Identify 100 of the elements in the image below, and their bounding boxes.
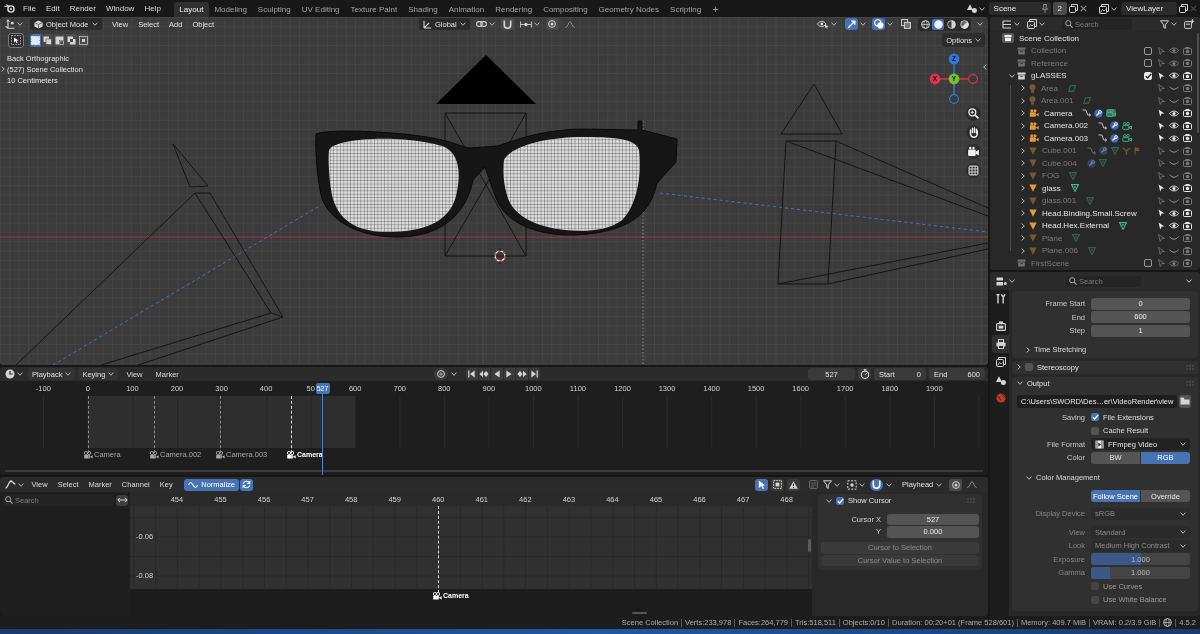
closed-eye-icon[interactable] bbox=[1169, 86, 1179, 91]
chevron-down-icon[interactable] bbox=[1017, 381, 1023, 385]
workspace-tab[interactable]: UV Editing bbox=[296, 2, 346, 17]
view-layer-field[interactable]: ViewLayer bbox=[1121, 2, 1177, 15]
outliner-item[interactable]: Area.001 bbox=[1041, 96, 1074, 106]
swap-button[interactable] bbox=[116, 494, 128, 506]
globe-icon[interactable] bbox=[1163, 618, 1173, 627]
camera-icon[interactable] bbox=[1182, 71, 1192, 80]
marker-camera-icon[interactable] bbox=[215, 451, 225, 459]
chevron-right-icon[interactable] bbox=[1021, 172, 1025, 179]
closed-eye-icon[interactable] bbox=[1169, 173, 1179, 178]
workspace-tab[interactable]: Geometry Nodes bbox=[593, 2, 665, 17]
closed-eye-icon[interactable] bbox=[1169, 248, 1179, 253]
camera-icon[interactable] bbox=[1122, 134, 1133, 143]
editor-type-button[interactable] bbox=[3, 478, 26, 491]
chevron-down-icon[interactable] bbox=[977, 22, 983, 26]
scene-name-field[interactable]: Scene bbox=[988, 2, 1051, 15]
marker-camera-icon[interactable] bbox=[149, 451, 159, 459]
scene-selector-button[interactable] bbox=[964, 2, 987, 15]
checkbox[interactable] bbox=[1144, 259, 1152, 268]
chevron-right-icon[interactable] bbox=[1021, 185, 1025, 192]
closed-eye-icon[interactable] bbox=[1169, 148, 1179, 153]
marker-camera-icon[interactable] bbox=[432, 592, 442, 600]
chevron-right-icon[interactable] bbox=[1017, 364, 1021, 370]
proportional-edit-button[interactable] bbox=[949, 478, 962, 491]
shading-mode-button[interactable] bbox=[958, 18, 970, 30]
outliner-item[interactable]: Camera.003 bbox=[1044, 133, 1089, 143]
outliner-item[interactable]: glass.001 bbox=[1042, 196, 1077, 206]
play-button[interactable] bbox=[503, 368, 515, 380]
filter-button[interactable] bbox=[1158, 18, 1179, 30]
outliner-item[interactable]: Collection bbox=[1031, 46, 1067, 56]
resize-handle[interactable] bbox=[632, 612, 647, 614]
eye-icon[interactable] bbox=[1169, 134, 1179, 142]
select-tool-button[interactable] bbox=[8, 32, 24, 48]
proportional-edit-button[interactable] bbox=[545, 18, 559, 30]
chevron-right-icon[interactable] bbox=[1, 66, 5, 72]
bent-arrow-icon[interactable] bbox=[1082, 109, 1092, 118]
zoom-icon[interactable] bbox=[965, 106, 981, 121]
marker-camera-icon[interactable] bbox=[286, 451, 296, 459]
eye-icon[interactable] bbox=[1169, 72, 1179, 80]
auto-normalize-toggle[interactable] bbox=[240, 478, 253, 491]
menu-item[interactable]: Help bbox=[139, 4, 166, 13]
outliner-item[interactable]: Cube.001 bbox=[1042, 146, 1077, 156]
shading-mode-button[interactable] bbox=[932, 18, 944, 30]
outliner-item[interactable]: Area bbox=[1041, 83, 1058, 93]
eye-icon[interactable] bbox=[1169, 209, 1179, 217]
editor-type-button[interactable] bbox=[994, 275, 1017, 287]
editor-type-button[interactable] bbox=[3, 368, 25, 380]
only-selected-toggle[interactable] bbox=[755, 478, 768, 491]
play-reverse-button[interactable] bbox=[491, 368, 503, 380]
menu-item[interactable]: Window bbox=[100, 4, 140, 13]
view-layer-button[interactable] bbox=[1025, 18, 1047, 30]
chevron-right-icon[interactable] bbox=[1021, 235, 1025, 242]
outliner-item[interactable]: Scene Collection bbox=[1019, 33, 1080, 43]
eye-icon[interactable] bbox=[1169, 122, 1179, 130]
jump-start-button[interactable] bbox=[466, 368, 478, 380]
camera-icon[interactable] bbox=[1182, 134, 1192, 143]
eye-icon[interactable] bbox=[1169, 222, 1179, 230]
folder-button[interactable] bbox=[1179, 394, 1192, 408]
outliner-item[interactable]: Head.Hex.External bbox=[1042, 221, 1110, 231]
shading-mode-button[interactable] bbox=[945, 18, 957, 30]
chevron-right-icon[interactable] bbox=[1021, 210, 1025, 217]
workspace-tab[interactable]: Sculpting bbox=[252, 2, 297, 17]
snap-button[interactable] bbox=[500, 18, 514, 30]
chevron-right-icon[interactable] bbox=[1021, 160, 1025, 167]
camera-icon[interactable] bbox=[1122, 121, 1133, 130]
selection-mode-button[interactable] bbox=[54, 33, 65, 47]
chevron-right-icon[interactable] bbox=[1021, 110, 1025, 117]
filter-button[interactable] bbox=[821, 478, 842, 491]
outliner-item[interactable]: FirstScene bbox=[1031, 258, 1070, 268]
wrench-icon[interactable] bbox=[1094, 108, 1104, 118]
camera-icon[interactable] bbox=[1182, 221, 1192, 230]
selection-mode-button[interactable] bbox=[66, 33, 77, 47]
menu-item[interactable]: Render bbox=[64, 4, 101, 13]
triangle-icon[interactable] bbox=[1119, 221, 1128, 230]
chevron-down-icon[interactable] bbox=[451, 372, 457, 376]
selection-mode-button[interactable] bbox=[78, 33, 89, 47]
scrollbar[interactable] bbox=[1197, 33, 1199, 133]
pivot-button[interactable] bbox=[473, 18, 497, 30]
chevron-right-icon[interactable] bbox=[1021, 85, 1025, 92]
new-collection-button[interactable] bbox=[1182, 18, 1196, 30]
close-icon[interactable] bbox=[1080, 5, 1087, 12]
stopwatch-button[interactable] bbox=[858, 368, 871, 380]
outliner-item[interactable]: Camera.002 bbox=[1044, 121, 1089, 131]
outliner-item[interactable]: Reference bbox=[1031, 58, 1068, 68]
editor-type-button[interactable] bbox=[3, 18, 25, 30]
pin-icon[interactable] bbox=[1041, 4, 1048, 13]
eye-icon[interactable] bbox=[1169, 109, 1179, 117]
previous-keyframe-button[interactable] bbox=[478, 368, 490, 380]
logo-icon[interactable] bbox=[4, 4, 15, 13]
add-workspace-button[interactable]: + bbox=[706, 2, 725, 17]
wrench-icon[interactable] bbox=[1110, 121, 1120, 131]
grid-icon[interactable] bbox=[965, 163, 981, 178]
outliner-item[interactable]: Plane.006 bbox=[1042, 246, 1079, 256]
outliner-item[interactable]: Plane bbox=[1042, 233, 1063, 243]
chevron-right-icon[interactable] bbox=[1021, 222, 1025, 229]
outliner-item[interactable]: Head.Binding.Small.Screw bbox=[1042, 208, 1137, 218]
camera-icon[interactable] bbox=[1182, 121, 1192, 130]
camera-icon[interactable] bbox=[1182, 184, 1192, 193]
wrench-icon[interactable] bbox=[1110, 133, 1120, 143]
